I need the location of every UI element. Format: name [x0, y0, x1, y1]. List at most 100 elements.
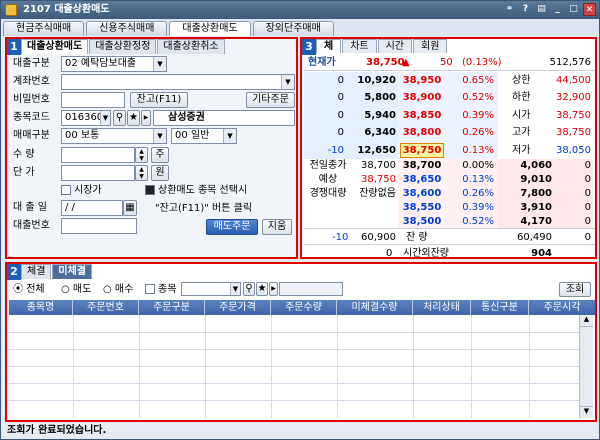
filter-bar: ⦿ 전체 ○ 매도 ○ 매수 종목 ▼ ⚲ ★ ▶ 조회: [11, 281, 595, 298]
qty-stepper[interactable]: ▲ ▼: [135, 147, 148, 163]
filter-sell[interactable]: ○ 매도: [61, 281, 91, 298]
panel-number: 3: [302, 39, 316, 55]
qty-unit-button[interactable]: 주: [151, 147, 169, 163]
stock-code-label: 종목코드: [13, 112, 50, 123]
ask-change: 0: [337, 109, 344, 121]
bid-pct: 0.13%: [462, 174, 494, 185]
checkbox[interactable]: [61, 185, 71, 195]
search-icon[interactable]: ⚲: [243, 282, 255, 296]
loan-no-input[interactable]: [61, 218, 137, 234]
clear-button[interactable]: 지움: [262, 219, 292, 235]
ask-row[interactable]: 0 6,340 38,800 0.26% 고가 38,750: [304, 124, 595, 141]
bid-info-value: 38,700: [361, 160, 396, 171]
loan-type-select[interactable]: 02 예탁담보대출 ▼: [61, 56, 167, 72]
qty-label: 수 량: [13, 149, 35, 160]
balance-button[interactable]: 잔고(F11): [130, 92, 188, 108]
link-icon[interactable]: ⚭: [503, 3, 516, 16]
other-order-button[interactable]: 기타주문: [246, 92, 295, 108]
ask-row[interactable]: 0 5,940 38,850 0.39% 시가 38,750: [304, 107, 595, 124]
price-unit-button[interactable]: 원: [151, 165, 169, 181]
stock-filter-checkbox[interactable]: 종목: [145, 281, 176, 298]
col-comm-type[interactable]: 통신구분: [471, 300, 529, 315]
bid-row[interactable]: 전일종가 38,700 38,700 0.00% 4,060 0: [304, 159, 595, 173]
order-panel: 1 대출상환매도 대출상환정정 대출상환취소 대출구분 02 예탁담보대출 ▼ …: [5, 37, 298, 259]
col-order-no[interactable]: 주문번호: [73, 300, 139, 315]
tab-loan-repay-sell[interactable]: 대출상환매도: [169, 21, 251, 36]
ask-row[interactable]: -10 12,650 38,750 0.13% 저가 38,050: [304, 142, 595, 159]
notice-line-2: "잔고(F11)" 버튼 클릭: [155, 203, 253, 214]
help-icon[interactable]: ?: [519, 3, 532, 16]
info-label: 시가: [512, 109, 531, 121]
col-stock-name[interactable]: 종목명: [9, 300, 73, 315]
radio-icon: ○: [103, 284, 112, 295]
bid-info-value: 38,750: [361, 174, 396, 185]
bid-price: 38,550: [402, 202, 442, 213]
menu-icon[interactable]: ▤: [535, 3, 548, 16]
close-icon[interactable]: ✕: [583, 3, 596, 16]
tab-cash-trade[interactable]: 현금주식매매: [3, 21, 85, 36]
col-order-type[interactable]: 주문구분: [139, 300, 205, 315]
col-order-qty[interactable]: 주문수량: [271, 300, 337, 315]
chevron-right-icon[interactable]: ▶: [141, 110, 151, 126]
trade-type-select[interactable]: 00 보통 ▼: [61, 128, 167, 144]
filter-all[interactable]: ⦿ 전체: [13, 281, 45, 298]
price-stepper[interactable]: ▲ ▼: [135, 165, 148, 181]
grid-scrollbar[interactable]: ▲ ▼: [579, 315, 593, 418]
loan-date-input[interactable]: / /: [61, 200, 123, 216]
query-button[interactable]: 조회: [559, 282, 591, 297]
tab-chart[interactable]: 차트: [342, 39, 377, 53]
panel-number: 1: [7, 39, 21, 55]
tab-members[interactable]: 회원: [413, 39, 448, 53]
scroll-up-icon[interactable]: ▲: [580, 315, 593, 327]
stock-filter-input[interactable]: ▼: [181, 282, 241, 296]
bid-qty: 4,170: [520, 216, 552, 227]
ask-row[interactable]: 0 10,920 38,950 0.65% 상한 44,500: [304, 72, 595, 89]
sell-order-button[interactable]: 매도주문: [206, 219, 258, 235]
qty-input[interactable]: [61, 147, 135, 163]
grid-header: 종목명 주문번호 주문구분 주문가격 주문수량 미체결수량 처리상태 통신구분 …: [9, 300, 595, 315]
col-unfilled-qty[interactable]: 미체결수량: [337, 300, 413, 315]
bid-price: 38,600: [402, 188, 442, 199]
ask-price: 38,900: [402, 92, 442, 104]
chevron-down-icon: ▼: [153, 57, 166, 71]
price-input[interactable]: [61, 165, 135, 181]
password-field[interactable]: [61, 92, 125, 108]
ask-qty: 12,650: [357, 144, 396, 156]
col-status[interactable]: 처리상태: [413, 300, 471, 315]
bid-price: 38,500: [402, 216, 442, 227]
col-order-price[interactable]: 주문가격: [205, 300, 271, 315]
bid-row[interactable]: 경쟁대량 잔량없음 38,600 0.26% 7,800 0: [304, 187, 595, 201]
search-icon[interactable]: ⚲: [113, 110, 126, 126]
bid-row[interactable]: 38,500 0.52% 4,170 0: [304, 215, 595, 229]
after-hours-label: 시간외잔량: [403, 248, 449, 259]
minimize-icon[interactable]: _: [551, 3, 564, 16]
scroll-down-icon[interactable]: ▼: [580, 406, 593, 418]
bid-row[interactable]: 예상 38,750 38,650 0.13% 9,010 0: [304, 173, 595, 187]
ask-pct: 0.65%: [462, 75, 494, 86]
calendar-icon[interactable]: ▦: [123, 200, 137, 216]
checkbox[interactable]: [145, 284, 155, 294]
loan-type-value: 02 예탁담보대출: [65, 58, 137, 69]
market-price-checkbox[interactable]: 시장가: [61, 184, 102, 198]
star-icon[interactable]: ★: [127, 110, 140, 126]
tab-otc-odd-lot[interactable]: 장외단주매매: [252, 21, 334, 36]
title-bar: 2107 대출상환매도 ⚭ ? ▤ _ □ ✕: [1, 1, 599, 19]
trade-condition-select[interactable]: 00 일반 ▼: [171, 128, 237, 144]
star-icon[interactable]: ★: [256, 282, 268, 296]
account-select[interactable]: ▼: [61, 74, 295, 90]
tab-unfilled[interactable]: 미체결: [52, 264, 93, 279]
maximize-icon[interactable]: □: [567, 3, 580, 16]
tab-credit-trade[interactable]: 신용주식매매: [86, 21, 168, 36]
col-order-time[interactable]: 주문시각: [529, 300, 595, 315]
filter-buy[interactable]: ○ 매수: [103, 281, 133, 298]
bid-row[interactable]: 38,550 0.39% 3,910 0: [304, 201, 595, 215]
chevron-right-icon[interactable]: ▶: [269, 282, 278, 296]
total-row: -10 60,900 잔 량 60,490 0: [304, 228, 595, 245]
stock-code-input[interactable]: 016360 ▼: [61, 110, 111, 126]
tab-trades[interactable]: 체: [316, 39, 342, 53]
tab-time[interactable]: 시간: [377, 39, 413, 53]
current-label: 현재가: [308, 57, 336, 68]
tab-filled[interactable]: 체결: [21, 264, 52, 279]
ask-row[interactable]: 0 5,800 38,900 0.52% 하한 32,900: [304, 89, 595, 106]
chevron-down-icon: ▼: [281, 75, 294, 89]
